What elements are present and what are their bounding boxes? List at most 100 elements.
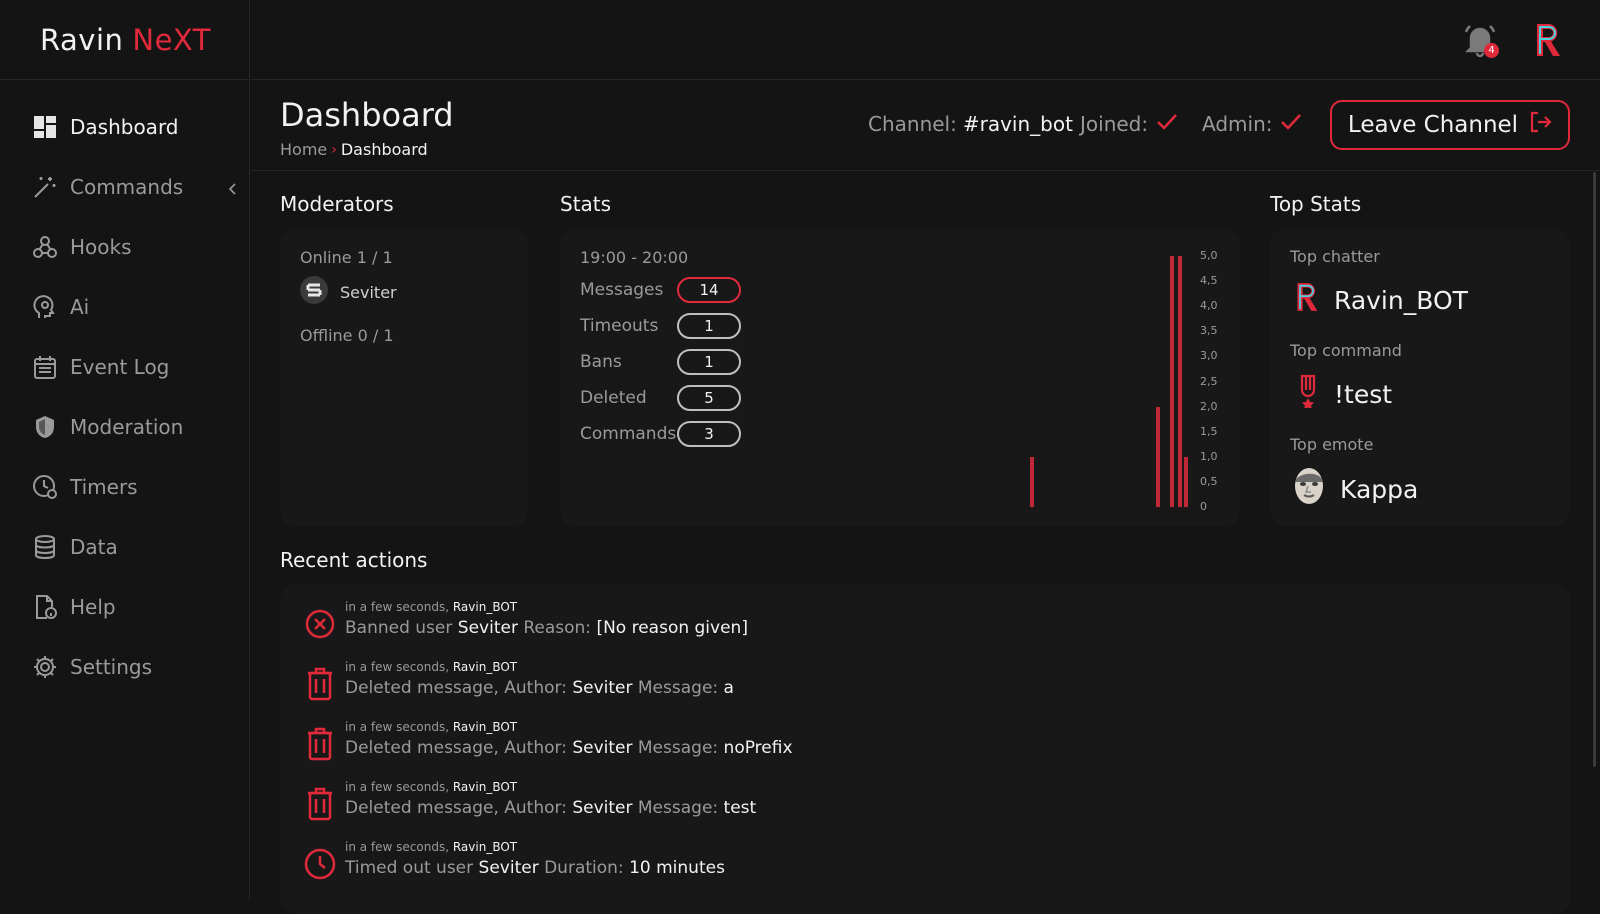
- app-logo[interactable]: Ravin NeXT: [0, 0, 249, 80]
- action-field-value: a: [723, 678, 734, 698]
- sidebar-item-moderation[interactable]: Moderation: [0, 397, 249, 457]
- stat-label: Deleted: [580, 388, 647, 408]
- notification-badge: 4: [1484, 43, 1499, 58]
- sidebar-item-data[interactable]: Data: [0, 517, 249, 577]
- sidebar-item-label: Event Log: [70, 355, 170, 379]
- sidebar-item-label: Settings: [70, 655, 153, 679]
- breadcrumb-current: Dashboard: [340, 140, 428, 159]
- breadcrumb-home[interactable]: Home: [280, 140, 327, 159]
- action-user: Seviter: [572, 678, 633, 698]
- scrollbar[interactable]: [1593, 172, 1596, 767]
- chart-bar: [1156, 406, 1160, 507]
- leave-channel-button[interactable]: Leave Channel: [1330, 100, 1570, 150]
- action-field-value: [No reason given]: [596, 618, 748, 638]
- y-tick-label: 3,5: [1200, 324, 1218, 338]
- action-field-label: Reason:: [523, 618, 592, 638]
- top-command-value: !test: [1334, 379, 1393, 409]
- joined-status: Joined:: [1080, 112, 1178, 136]
- user-avatar[interactable]: [1533, 22, 1563, 62]
- list-item[interactable]: in a few seconds, Ravin_BOT Timed out us…: [300, 840, 725, 884]
- action-field-label: Message:: [637, 738, 719, 758]
- sidebar-item-event-log[interactable]: Event Log: [0, 337, 249, 397]
- dashboard-icon: [32, 114, 58, 140]
- magic-wand-icon: [32, 174, 58, 200]
- sidebar: Ravin NeXT Dashboard Commands Hooks Ai E…: [0, 0, 250, 900]
- chart-bar: [1184, 456, 1188, 507]
- stat-value: 5: [677, 385, 741, 411]
- top-chatter[interactable]: Ravin_BOT: [1294, 280, 1468, 320]
- ban-icon: [300, 604, 340, 644]
- sidebar-item-label: Moderation: [70, 415, 184, 439]
- top-emote-label: Top emote: [1290, 435, 1374, 454]
- sidebar-item-label: Timers: [70, 475, 138, 499]
- webhook-icon: [32, 234, 58, 260]
- top-command[interactable]: !test: [1296, 374, 1392, 414]
- list-item[interactable]: in a few seconds, Ravin_BOT Deleted mess…: [300, 780, 756, 824]
- sidebar-item-dashboard[interactable]: Dashboard: [0, 97, 249, 157]
- offline-label: Offline 0 / 1: [300, 326, 394, 345]
- moderator-item[interactable]: Seviter: [300, 276, 397, 308]
- sidebar-item-label: Commands: [70, 175, 184, 199]
- stats-time-range: 19:00 - 20:00: [580, 248, 689, 267]
- stats-title: Stats: [560, 192, 612, 216]
- stats-card: 19:00 - 20:00 Messages 14 Timeouts 1 Ban…: [560, 228, 1240, 526]
- trash-icon: [300, 664, 340, 704]
- list-item[interactable]: in a few seconds, Ravin_BOT Deleted mess…: [300, 660, 734, 704]
- y-tick-label: 2,5: [1200, 374, 1218, 388]
- logo-text-accent: NeXT: [132, 22, 211, 57]
- database-icon: [32, 534, 58, 560]
- sidebar-item-commands[interactable]: Commands: [0, 157, 249, 217]
- sidebar-item-help[interactable]: Help: [0, 577, 249, 637]
- gear-icon: [32, 654, 58, 680]
- y-tick-label: 0,5: [1200, 474, 1218, 488]
- action-field-label: Duration:: [544, 858, 624, 878]
- chevron-left-icon[interactable]: [227, 177, 237, 201]
- chart-bar: [1030, 456, 1034, 507]
- action-text: Banned user: [345, 618, 453, 638]
- action-actor: Ravin_BOT: [452, 660, 518, 674]
- action-field-label: Message:: [637, 678, 719, 698]
- stat-label: Messages: [580, 280, 664, 300]
- action-actor: Ravin_BOT: [452, 780, 518, 794]
- action-field-label: Message:: [637, 798, 719, 818]
- sidebar-item-label: Help: [70, 595, 116, 619]
- action-text: Deleted message, Author:: [345, 798, 567, 818]
- recent-actions-title: Recent actions: [280, 548, 428, 572]
- action-time: in a few seconds,: [345, 840, 450, 854]
- top-chatter-label: Top chatter: [1290, 247, 1380, 266]
- moderators-title: Moderators: [280, 192, 394, 216]
- action-time: in a few seconds,: [345, 600, 450, 614]
- top-emote-value: Kappa: [1340, 474, 1419, 504]
- check-icon: [1156, 112, 1178, 136]
- top-emote[interactable]: Kappa: [1292, 466, 1418, 512]
- sidebar-item-settings[interactable]: Settings: [0, 637, 249, 697]
- y-tick-label: 0: [1200, 500, 1207, 513]
- stat-row-deleted: Deleted 5: [580, 380, 741, 416]
- trash-icon: [300, 784, 340, 824]
- action-text: Deleted message, Author:: [345, 738, 567, 758]
- sidebar-item-label: Data: [70, 535, 118, 559]
- award-icon: [1296, 374, 1320, 414]
- action-text: Timed out user: [345, 858, 474, 878]
- sidebar-item-timers[interactable]: Timers: [0, 457, 249, 517]
- sidebar-item-hooks[interactable]: Hooks: [0, 217, 249, 277]
- chart-bar: [1178, 256, 1182, 507]
- action-time: in a few seconds,: [345, 660, 450, 674]
- clock-icon: [32, 474, 58, 500]
- y-tick-label: 1,0: [1200, 449, 1218, 463]
- y-tick-label: 4,0: [1200, 299, 1218, 313]
- sidebar-item-label: Ai: [70, 295, 90, 319]
- sidebar-item-ai[interactable]: Ai: [0, 277, 249, 337]
- channel-value: #ravin_bot: [962, 112, 1073, 136]
- list-item[interactable]: in a few seconds, Ravin_BOT Deleted mess…: [300, 720, 793, 764]
- stat-label: Timeouts: [580, 316, 659, 336]
- admin-label: Admin:: [1202, 112, 1273, 136]
- top-command-label: Top command: [1290, 341, 1402, 360]
- channel-label: Channel:: [868, 112, 957, 136]
- action-actor: Ravin_BOT: [452, 840, 518, 854]
- moderators-card: Online 1 / 1 Seviter Offline 0 / 1: [280, 228, 528, 526]
- y-tick-label: 4,5: [1200, 274, 1218, 288]
- ai-head-icon: [32, 294, 58, 320]
- moderator-name: Seviter: [340, 282, 397, 302]
- list-item[interactable]: in a few seconds, Ravin_BOT Banned user …: [300, 600, 748, 644]
